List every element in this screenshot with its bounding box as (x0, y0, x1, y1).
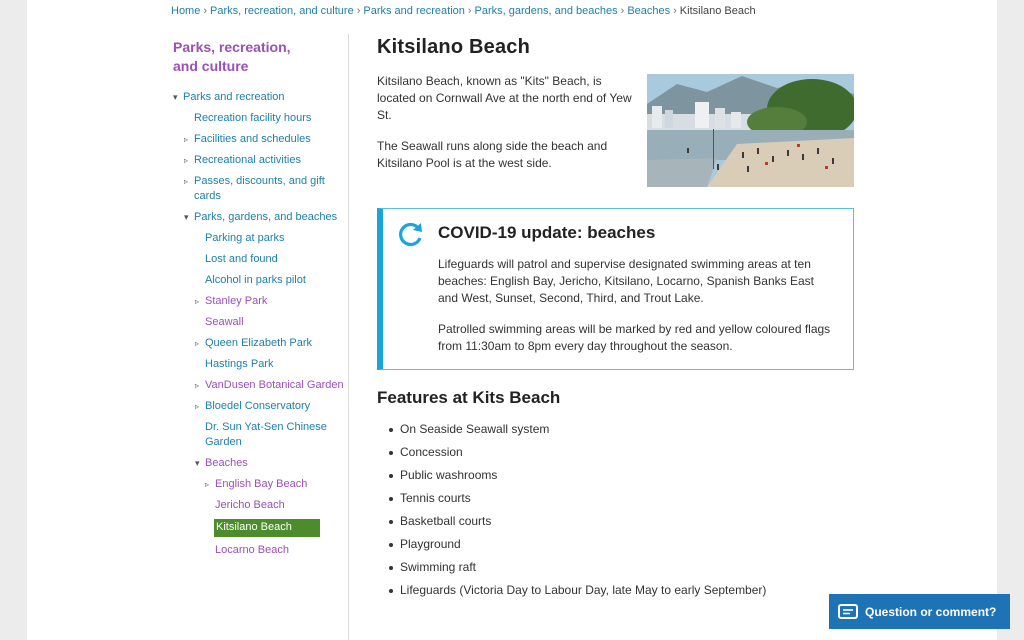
covid-alert-paragraph: Lifeguards will patrol and supervise des… (438, 257, 814, 305)
sidebar-item-label: Parks, gardens, and beaches (194, 211, 338, 223)
sidebar-item[interactable]: ▹ English Bay Beach (173, 477, 349, 492)
feature-item: Public washrooms (389, 468, 855, 483)
feedback-label: Question or comment? (865, 604, 997, 619)
sidebar-item-label: Stanley Park (205, 295, 268, 307)
breadcrumb: Home › Parks, recreation, and culture › Park… (171, 5, 756, 17)
triangle-down-icon[interactable]: ▾ (195, 456, 200, 471)
sidebar-item[interactable]: Dr. Sun Yat-Sen Chinese Garden (173, 420, 349, 450)
sidebar-item-label: Seawall (205, 316, 244, 328)
sidebar-item-label: Locarno Beach (215, 544, 289, 556)
sidebar-item[interactable]: Hastings Park (173, 357, 349, 372)
main-content: Kitsilano Beach Kitsilano Beach, known a… (377, 36, 855, 606)
sidebar-item[interactable]: ▹ Facilities and schedules (173, 132, 349, 147)
feature-item: Lifeguards (Victoria Day to Labour Day, … (389, 583, 855, 598)
intro-text: Kitsilano Beach, known as "Kits" Beach, … (377, 73, 639, 172)
sidebar-item[interactable]: ▹ Stanley Park (173, 294, 349, 309)
sidebar-item-label: Recreation facility hours (194, 112, 312, 124)
mail-icon (838, 603, 858, 620)
feature-item: Playground (389, 537, 855, 552)
sidebar-item[interactable]: Parking at parks (173, 231, 349, 246)
sidebar-item[interactable]: ▹ Queen Elizabeth Park (173, 336, 349, 351)
page: Home › Parks, recreation, and culture › Park… (27, 0, 997, 640)
sidebar-item-label: Beaches (205, 457, 248, 469)
feature-item: Swimming raft (389, 560, 855, 575)
beach-photo (647, 74, 854, 187)
features-title: Features at Kits Beach (377, 388, 561, 407)
breadcrumb-current: Kitsilano Beach (679, 5, 756, 17)
sidebar-item-label: Hastings Park (205, 358, 274, 370)
sidebar-item[interactable]: ▾ Parks and recreation (173, 90, 349, 105)
sidebar-item[interactable]: Kitsilano Beach (214, 519, 320, 537)
sidebar-item[interactable]: Jericho Beach (173, 498, 349, 513)
sidebar-item-label: Jericho Beach (215, 499, 285, 511)
feature-item: On Seaside Seawall system (389, 422, 855, 437)
sidebar-item-label: Queen Elizabeth Park (205, 337, 313, 349)
triangle-right-icon[interactable]: ▹ (184, 153, 188, 168)
feature-item: Tennis courts (389, 491, 855, 506)
feature-item: Basketball courts (389, 514, 855, 529)
triangle-down-icon[interactable]: ▾ (173, 90, 178, 105)
breadcrumb-parks-gardens-beaches[interactable]: Parks, gardens, and beaches (475, 5, 618, 17)
sidebar-item[interactable]: ▾ Beaches (173, 456, 349, 471)
sidebar-item-label: English Bay Beach (215, 478, 308, 490)
sidebar-item[interactable]: Locarno Beach (173, 543, 349, 558)
sidebar-item[interactable]: Recreation facility hours (173, 111, 349, 126)
sidebar-item-label: Alcohol in parks pilot (205, 274, 306, 286)
intro-section: Kitsilano Beach, known as "Kits" Beach, … (377, 73, 855, 191)
sidebar-item[interactable]: Seawall (173, 315, 349, 330)
breadcrumb-parks-recreation-culture[interactable]: Parks, recreation, and culture (210, 5, 354, 17)
triangle-right-icon[interactable]: ▹ (184, 132, 188, 147)
features-list: On Seaside Seawall system Concession Pub… (377, 422, 855, 598)
sidebar-item-label: Dr. Sun Yat-Sen Chinese Garden (205, 421, 327, 448)
refresh-icon (398, 221, 424, 252)
covid-alert-paragraph: Patrolled swimming areas will be marked … (438, 322, 831, 353)
triangle-right-icon[interactable]: ▹ (205, 477, 209, 492)
intro-paragraph: The Seawall runs along side the beach an… (377, 139, 608, 170)
breadcrumb-home[interactable]: Home (171, 5, 200, 17)
sidebar-item[interactable]: ▹ Bloedel Conservatory (173, 399, 349, 414)
triangle-right-icon[interactable]: ▹ (195, 294, 199, 309)
sidebar-divider (348, 34, 349, 640)
sidebar-item[interactable]: Lost and found (173, 252, 349, 267)
feature-item: Concession (389, 445, 855, 460)
sidebar-item-label: Recreational activities (194, 154, 301, 166)
sidebar-items: ▾ Parks and recreation Recreation facility… (173, 90, 349, 558)
breadcrumb-beaches[interactable]: Beaches (627, 5, 670, 17)
triangle-down-icon[interactable]: ▾ (184, 210, 189, 225)
intro-paragraph: Kitsilano Beach, known as "Kits" Beach, … (377, 74, 632, 122)
sidebar-item[interactable]: ▾ Parks, gardens, and beaches (173, 210, 349, 225)
sidebar-item-label: Bloedel Conservatory (205, 400, 311, 412)
sidebar-item-label: Parks and recreation (183, 91, 285, 103)
sidebar-item-label: Facilities and schedules (194, 133, 311, 145)
covid-alert: COVID-19 update: beaches Lifeguards will… (377, 208, 854, 370)
sidebar-item[interactable]: Alcohol in parks pilot (173, 273, 349, 288)
triangle-right-icon[interactable]: ▹ (184, 174, 188, 189)
sidebar-item-label: VanDusen Botanical Garden (205, 379, 344, 391)
sidebar-item[interactable]: ▹ Recreational activities (173, 153, 349, 168)
sidebar-item-label: Parking at parks (205, 232, 285, 244)
sidebar-item[interactable]: ▹ Passes, discounts, and gift cards (173, 174, 349, 204)
sidebar-item[interactable]: ▹ VanDusen Botanical Garden (173, 378, 349, 393)
sidebar-nav: Parks, recreation, and culture ▾ Parks an… (173, 38, 349, 564)
sidebar-item-label: Kitsilano Beach (216, 521, 292, 533)
breadcrumb-parks-recreation[interactable]: Parks and recreation (363, 5, 465, 17)
page-title: Kitsilano Beach (377, 36, 531, 58)
triangle-right-icon[interactable]: ▹ (195, 378, 199, 393)
sidebar-title[interactable]: Parks, recreation, and culture (173, 38, 313, 76)
sidebar-item-label: Passes, discounts, and gift cards (194, 175, 325, 202)
covid-alert-title: COVID-19 update: beaches (438, 223, 656, 242)
triangle-right-icon[interactable]: ▹ (195, 399, 199, 414)
sidebar-item-label: Lost and found (205, 253, 278, 265)
triangle-right-icon[interactable]: ▹ (195, 336, 199, 351)
feedback-button[interactable]: Question or comment? (829, 594, 1010, 629)
